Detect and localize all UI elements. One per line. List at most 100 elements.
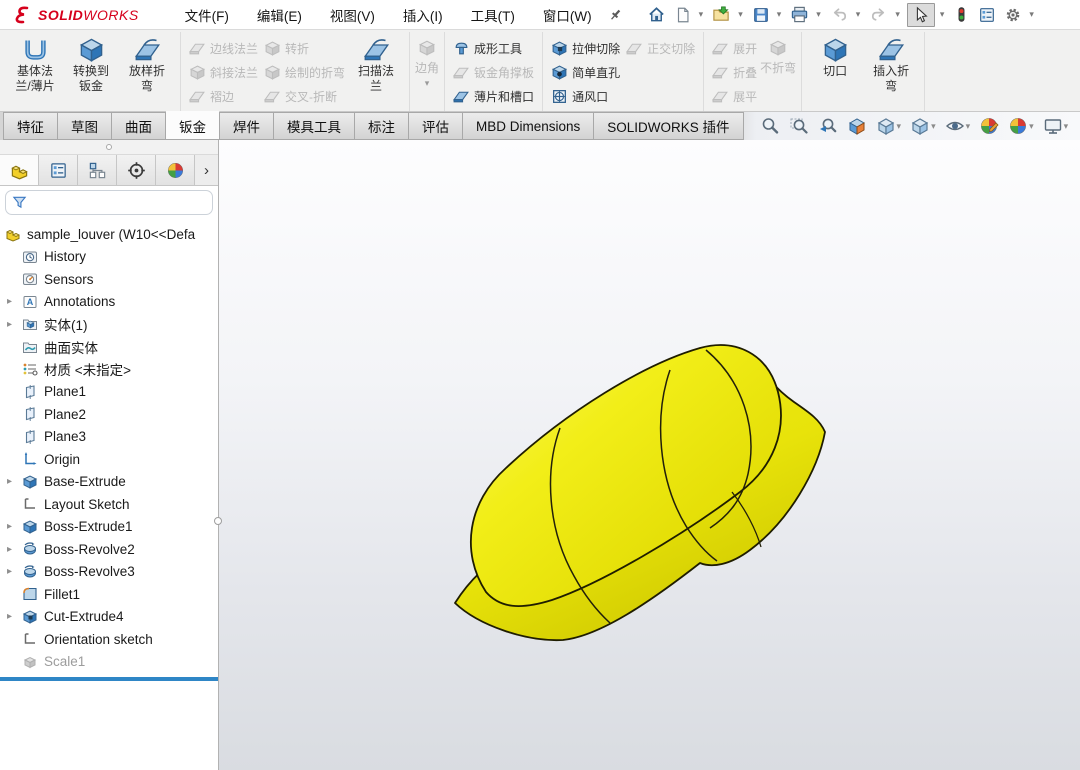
apply-scene-caret[interactable]: ▾ [1029, 121, 1034, 132]
rip-button[interactable]: 切口 [807, 33, 863, 79]
tab-solidworks-addins[interactable]: SOLIDWORKS 插件 [594, 112, 743, 140]
tree-item-scale1[interactable]: Scale1 [0, 651, 218, 674]
tree-item-fillet1[interactable]: Fillet1 [0, 583, 218, 606]
expand-arrow[interactable]: ▸ [7, 544, 22, 555]
tree-item-root[interactable]: sample_louver (W10<<Defa [0, 223, 218, 246]
tab-and-slot-button[interactable]: 薄片和槽口 [450, 84, 537, 108]
tab-mbd-dimensions[interactable]: MBD Dimensions [463, 112, 594, 140]
expand-arrow[interactable]: ▸ [7, 319, 22, 330]
edge-flange-button[interactable]: 边线法兰 [186, 36, 261, 60]
tree-item-layout-sketch[interactable]: Layout Sketch [0, 493, 218, 516]
expand-arrow[interactable]: ▸ [7, 296, 22, 307]
simple-hole-button[interactable]: 简单直孔 [548, 60, 623, 84]
sheet-metal-gusset-button[interactable]: 钣金角撑板 [450, 60, 537, 84]
select-tool-button[interactable] [907, 3, 935, 27]
tab-features[interactable]: 特征 [3, 112, 58, 140]
expand-arrow[interactable]: ▸ [7, 611, 22, 622]
base-flange-button[interactable]: 基体法 兰/薄片 [7, 33, 63, 94]
convert-to-sheet-metal-button[interactable]: 转换到 钣金 [63, 33, 119, 94]
hide-show-items-caret[interactable]: ▾ [966, 121, 971, 132]
tree-filter-input[interactable] [5, 190, 213, 215]
tree-item-boss-extrude1[interactable]: ▸ Boss-Extrude1 [0, 516, 218, 539]
previous-view-icon[interactable] [818, 116, 838, 136]
cross-break-button[interactable]: 交叉-折断 [261, 84, 348, 108]
rollback-bar[interactable] [0, 677, 218, 681]
forming-tool-button[interactable]: 成形工具 [450, 36, 537, 60]
normal-cut-button[interactable]: 正交切除 [623, 36, 698, 60]
view-orientation-icon[interactable] [876, 116, 896, 136]
tree-item-plane2[interactable]: Plane2 [0, 403, 218, 426]
miter-flange-button[interactable]: 斜接法兰 [186, 60, 261, 84]
tree-item-sensors[interactable]: Sensors [0, 268, 218, 291]
tree-item-cut-extrude4[interactable]: ▸ Cut-Extrude4 [0, 606, 218, 629]
expand-arrow[interactable]: ▸ [7, 476, 22, 487]
extruded-cut-button[interactable]: 拉伸切除 [548, 36, 623, 60]
view-settings-caret[interactable]: ▾ [1064, 121, 1069, 132]
menu-window[interactable]: 窗口(W) [543, 5, 592, 25]
save-button[interactable] [750, 4, 772, 26]
panel-resize-handle[interactable] [214, 517, 222, 525]
options-gear-button[interactable] [1002, 4, 1024, 26]
tree-item-plane3[interactable]: Plane3 [0, 426, 218, 449]
open-caret[interactable]: ▾ [738, 9, 743, 20]
display-style-caret[interactable]: ▾ [931, 121, 936, 132]
performance-indicator-icon[interactable] [951, 4, 972, 25]
tab-weldments[interactable]: 焊件 [220, 112, 274, 140]
undo-button[interactable] [828, 3, 851, 26]
tree-item-material[interactable]: 材质 <未指定> [0, 358, 218, 381]
jog-button[interactable]: 转折 [261, 36, 348, 60]
tab-configuration-manager[interactable] [78, 155, 117, 185]
print-button[interactable] [788, 3, 811, 26]
menu-view[interactable]: 视图(V) [330, 5, 375, 25]
pin-menu-icon[interactable] [608, 7, 623, 22]
new-document-button[interactable] [672, 4, 694, 26]
section-view-icon[interactable] [847, 116, 867, 136]
apply-scene-icon[interactable] [1008, 116, 1028, 136]
menu-tools[interactable]: 工具(T) [471, 5, 515, 25]
unfold-button[interactable]: 展开 [709, 36, 760, 60]
zoom-fit-icon[interactable] [760, 116, 780, 136]
tab-sheet-metal[interactable]: 钣金 [166, 111, 220, 140]
home-button[interactable] [645, 3, 668, 26]
tree-item-annotations[interactable]: ▸ Annotations [0, 291, 218, 314]
tree-item-plane1[interactable]: Plane1 [0, 381, 218, 404]
tab-annotations[interactable]: 标注 [355, 112, 409, 140]
flatten-button[interactable]: 展平 [709, 84, 760, 108]
command-list-button[interactable] [976, 4, 998, 26]
tree-item-boss-revolve2[interactable]: ▸ Boss-Revolve2 [0, 538, 218, 561]
no-bends-button[interactable]: 不折弯 [760, 33, 796, 76]
view-orientation-caret[interactable]: ▾ [897, 121, 902, 132]
tab-sketch[interactable]: 草图 [58, 112, 112, 140]
edit-appearance-icon[interactable] [979, 116, 999, 136]
zoom-to-area-icon[interactable] [789, 116, 809, 136]
tab-property-manager[interactable] [39, 155, 78, 185]
graphics-viewport[interactable] [219, 140, 1080, 770]
tab-mold-tools[interactable]: 模具工具 [274, 112, 355, 140]
display-style-icon[interactable] [910, 116, 930, 136]
new-document-caret[interactable]: ▾ [699, 9, 704, 20]
louver-3d-model[interactable] [448, 340, 868, 660]
open-button[interactable] [710, 3, 733, 26]
tree-item-solid-bodies[interactable]: ▸ 实体(1) [0, 313, 218, 336]
insert-bends-button[interactable]: 插入折 弯 [863, 33, 919, 94]
tree-item-origin[interactable]: Origin [0, 448, 218, 471]
splitter-handle-icon[interactable] [106, 144, 112, 150]
redo-button[interactable] [867, 3, 890, 26]
hem-button[interactable]: 褶边 [186, 84, 261, 108]
tab-dimxpert-manager[interactable] [117, 155, 156, 185]
select-tool-caret[interactable]: ▾ [940, 9, 945, 20]
tab-evaluate[interactable]: 评估 [409, 112, 463, 140]
hide-show-items-icon[interactable] [945, 116, 965, 136]
tab-display-manager[interactable] [156, 155, 195, 185]
tree-item-base-extrude[interactable]: ▸ Base-Extrude [0, 471, 218, 494]
sketched-bend-button[interactable]: 绘制的折弯 [261, 60, 348, 84]
menu-insert[interactable]: 插入(I) [403, 5, 443, 25]
redo-caret[interactable]: ▾ [895, 9, 900, 20]
tab-feature-manager[interactable] [0, 155, 39, 185]
fold-button[interactable]: 折叠 [709, 60, 760, 84]
tree-item-orientation-sketch[interactable]: Orientation sketch [0, 628, 218, 651]
panel-tabs-overflow-chevron[interactable]: › [195, 155, 218, 185]
tab-surfaces[interactable]: 曲面 [112, 112, 166, 140]
undo-caret[interactable]: ▾ [856, 9, 861, 20]
panel-top-splitter[interactable] [0, 140, 218, 155]
